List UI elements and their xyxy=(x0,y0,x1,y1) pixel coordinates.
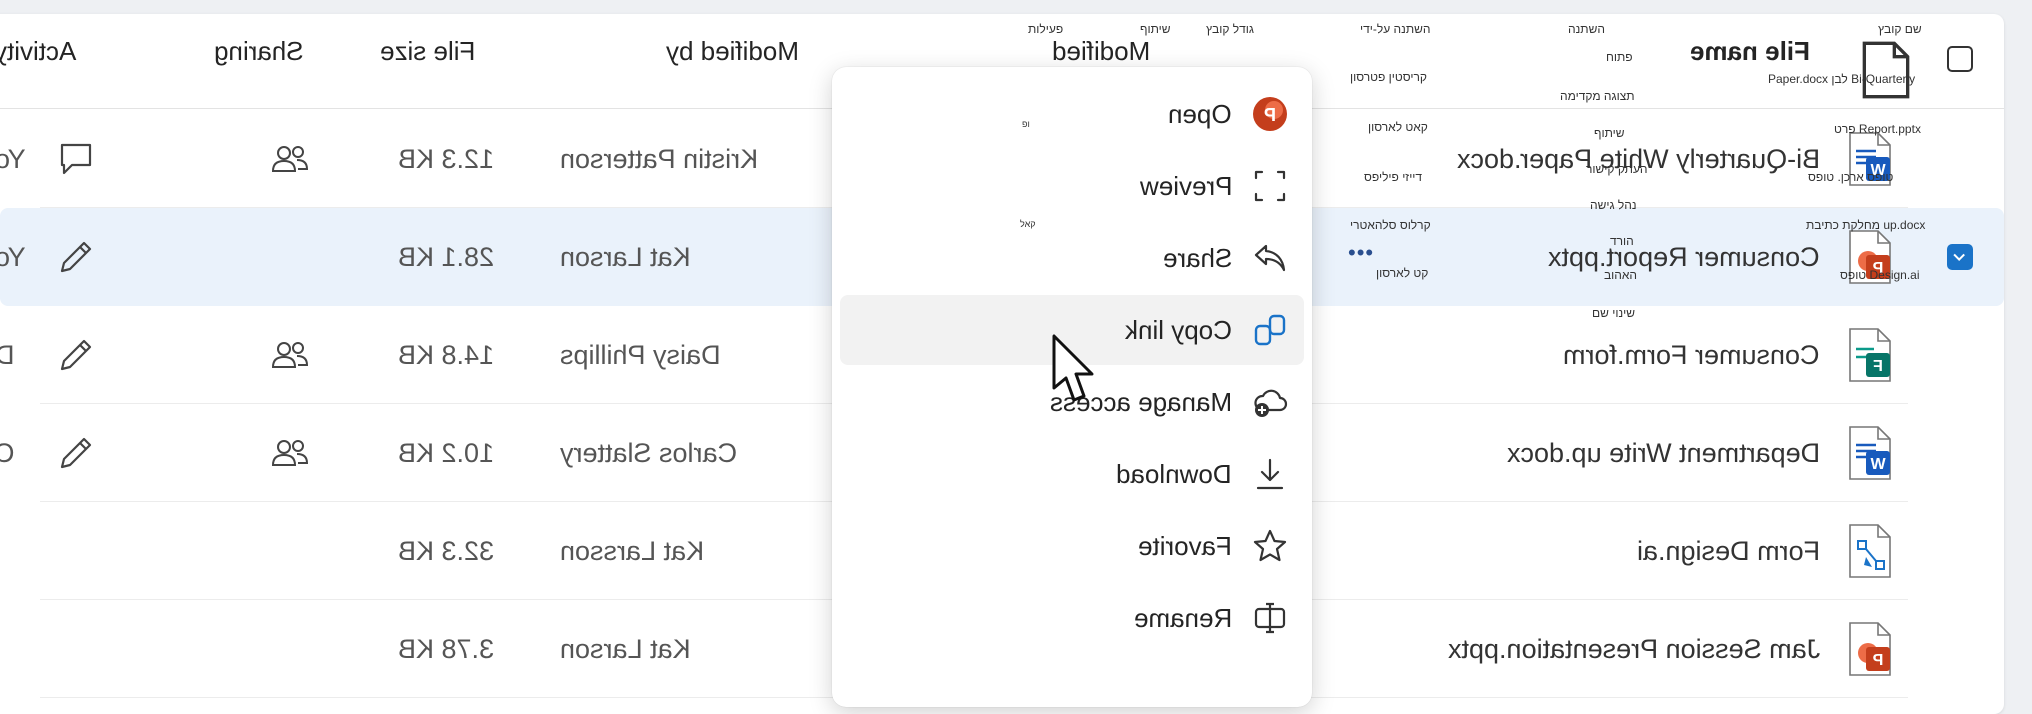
file-type-header-icon xyxy=(1860,40,1910,99)
menu-item-label: Favorite xyxy=(1138,530,1232,561)
tiny-col-modified-by: השתנה על-ידי xyxy=(1360,22,1431,36)
shared-people-icon[interactable] xyxy=(270,143,310,180)
menu-item-label: Copy link xyxy=(1125,314,1232,345)
modified-by-text: Carlos Slattery xyxy=(560,437,738,468)
tiny-file-dept: up.docx מחלקת כתיבת xyxy=(1806,218,1926,232)
menu-item-label: Open xyxy=(1168,98,1232,129)
form-file-icon: F xyxy=(1844,325,1896,385)
activity-text: Da xyxy=(0,340,15,371)
menu-item-favorite[interactable]: Favorite xyxy=(840,511,1304,581)
tiny-name-carlos: קרלוס סלהאטרי xyxy=(1350,218,1431,232)
tiny-menu-favorite: האהוב xyxy=(1604,268,1638,282)
tiny-name-kat: קאט לארסון xyxy=(1368,120,1428,134)
tiny-col-sharing: שיתוף xyxy=(1140,22,1171,36)
activity-text: You xyxy=(0,241,26,272)
column-header-sharing[interactable]: Sharing xyxy=(214,36,304,67)
menu-item-download[interactable]: Download xyxy=(840,439,1304,509)
file-size-text: 10.2 KB xyxy=(397,437,494,468)
tiny-file-form: טופס ארכן. טופס xyxy=(1808,170,1894,184)
file-name-link[interactable]: Jam Session Presentation.pptx xyxy=(1448,634,1820,665)
tiny-menu-rename: שינוי שם xyxy=(1592,306,1636,320)
menu-item-label: Rename xyxy=(1133,602,1232,633)
word-file-icon: W xyxy=(1844,423,1896,483)
activity-text: Ca xyxy=(0,438,15,469)
row-checkbox[interactable] xyxy=(1947,244,1973,270)
file-size-text: 28.1 KB xyxy=(397,241,494,272)
tiny-name-kat2: קט לארסון xyxy=(1376,266,1429,280)
menu-item-preview[interactable]: Preview xyxy=(840,151,1304,221)
file-size-text: 12.3 KB xyxy=(397,143,494,174)
file-size-text: 3.78 KB xyxy=(397,633,494,664)
ppt-file-icon: P xyxy=(1844,619,1896,679)
tiny-col-activity: פעילות xyxy=(1028,22,1064,36)
cloud-add-icon xyxy=(1252,384,1288,420)
download-icon xyxy=(1252,456,1288,492)
tiny-file-bi-quarterly: Bi-Quarterly לבן Paper.docx xyxy=(1768,72,1916,86)
activity-text: You xyxy=(0,143,26,174)
menu-item-share[interactable]: Share xyxy=(840,223,1304,293)
powerpoint-icon: P xyxy=(1252,96,1288,132)
file-size-text: 32.3 KB xyxy=(397,535,494,566)
select-all-checkbox[interactable] xyxy=(1947,46,1973,72)
svg-text:F: F xyxy=(1873,358,1883,375)
tiny-col-file-name: שם קובץ xyxy=(1878,22,1922,36)
file-size-text: 14.8 KB xyxy=(397,339,494,370)
tiny-menu-download: הורד xyxy=(1610,234,1634,248)
pencil-icon xyxy=(58,239,94,280)
tiny-menu-open: פתוח xyxy=(1606,50,1633,64)
svg-text:P: P xyxy=(1264,105,1276,125)
star-icon xyxy=(1252,528,1288,564)
tiny-menu-manage-access: נהל גישה xyxy=(1590,198,1637,212)
link-icon xyxy=(1252,312,1288,348)
column-header-modified[interactable]: Modified xyxy=(1052,36,1150,67)
file-name-link[interactable]: Consumer Report.pptx xyxy=(1548,242,1820,273)
menu-item-label: Share xyxy=(1162,242,1232,273)
tiny-col-modified: השתנה xyxy=(1568,22,1605,36)
file-name-link[interactable]: Form Design.ai xyxy=(1637,536,1820,567)
menu-item-label: Preview xyxy=(1139,170,1232,201)
comment-icon xyxy=(58,141,94,182)
file-name-link[interactable]: Department Write up.docx xyxy=(1507,438,1820,469)
column-header-activity[interactable]: Activity xyxy=(0,36,76,67)
svg-text:W: W xyxy=(1870,456,1886,473)
menu-item-open[interactable]: P Open xyxy=(840,79,1304,149)
column-header-modified-by[interactable]: Modified by xyxy=(666,36,799,67)
modified-by-text: Kristin Patterson xyxy=(560,143,759,174)
ai-file-icon xyxy=(1844,521,1896,581)
tiny-col-file-size: גודל קובץ xyxy=(1206,22,1254,36)
modified-by-text: Daisy Phillips xyxy=(560,339,721,370)
menu-item-label: Download xyxy=(1116,458,1232,489)
tiny-name-kristin: קריסטין פטרסון xyxy=(1350,70,1427,84)
pencil-icon xyxy=(58,435,94,476)
modified-by-text: Kat Larson xyxy=(560,241,691,272)
tiny-file-consumer-report: Report.pptx פרט xyxy=(1834,122,1921,136)
tiny-menu-share: שיתוף xyxy=(1594,126,1625,140)
tiny-mark-2: קאל xyxy=(1020,219,1036,229)
column-header-file-name[interactable]: File name xyxy=(1690,36,1810,67)
modified-by-text: Kat Larson xyxy=(560,633,691,664)
shared-people-icon[interactable] xyxy=(270,339,310,376)
tiny-menu-copy-link: העתק קישור xyxy=(1586,162,1648,176)
mouse-cursor-icon xyxy=(1052,334,1094,402)
column-header-file-size[interactable]: File size xyxy=(380,36,475,67)
modified-by-text: Kat Larsson xyxy=(560,535,705,566)
more-options-button[interactable]: ••• xyxy=(1348,240,1374,266)
shared-people-icon[interactable] xyxy=(270,437,310,474)
file-name-link[interactable]: Consumer Form.form xyxy=(1563,340,1820,371)
menu-item-rename[interactable]: Rename xyxy=(840,583,1304,653)
tiny-file-design: Design.ai טופס xyxy=(1840,268,1920,282)
rename-icon xyxy=(1252,600,1288,636)
tiny-mark-1: ופ xyxy=(1022,119,1030,129)
pencil-icon xyxy=(58,337,94,378)
preview-icon xyxy=(1252,168,1288,204)
svg-text:P: P xyxy=(1872,652,1883,669)
tiny-menu-preview: תצוגה מקדימה xyxy=(1560,89,1635,103)
tiny-name-daisy: דייזי פיליפס xyxy=(1364,170,1423,184)
share-icon xyxy=(1252,240,1288,276)
